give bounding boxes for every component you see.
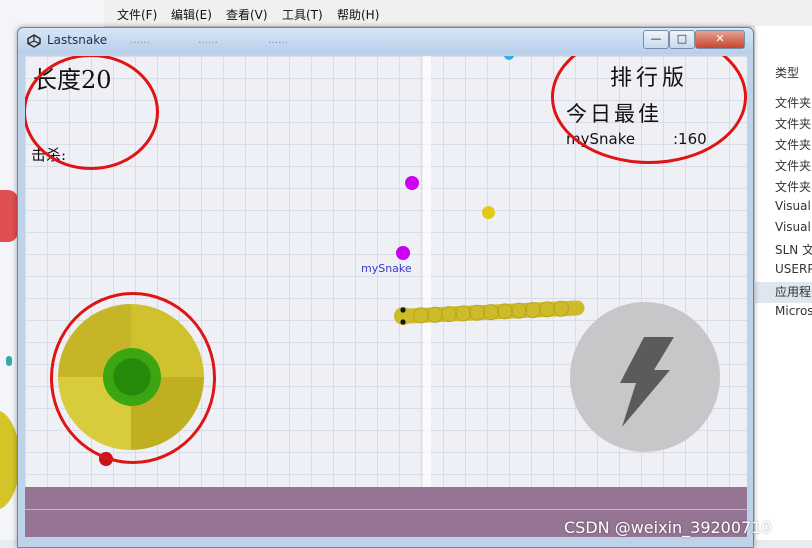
menu-help[interactable]: 帮助(H) xyxy=(337,6,379,23)
file-row-type[interactable]: Visual xyxy=(775,220,811,234)
toolbar-faint-item: …… xyxy=(130,35,150,46)
file-row-type[interactable]: 文件夹 xyxy=(775,178,811,195)
minimize-button[interactable]: — xyxy=(643,30,669,49)
annotation-circle-joystick xyxy=(50,292,216,464)
file-row-type-selected[interactable]: 应用程 xyxy=(755,282,812,303)
background-file-list: 类型 文件夹 文件夹 文件夹 文件夹 文件夹 Visual Visual SLN… xyxy=(754,26,812,548)
file-row-type[interactable]: SLN 文 xyxy=(775,241,812,258)
food-pellet xyxy=(504,56,514,60)
background-teal-dot xyxy=(6,356,12,366)
boost-button[interactable] xyxy=(570,302,720,452)
game-window: Lastsnake …… …… …… — □ ✕ 长度20 击杀: 排行版 今日… xyxy=(17,27,754,548)
menu-file[interactable]: 文件(F) xyxy=(117,6,157,23)
menu-edit[interactable]: 编辑(E) xyxy=(171,6,212,23)
close-button[interactable]: ✕ xyxy=(695,30,745,49)
unity-app-icon xyxy=(27,34,41,48)
game-canvas[interactable]: 长度20 击杀: 排行版 今日最佳 mySnake :160 mySnake xyxy=(25,56,747,537)
column-header-type[interactable]: 类型 xyxy=(775,64,799,81)
bottom-boundary-line xyxy=(25,509,747,510)
title-bar[interactable]: Lastsnake …… …… …… — □ ✕ xyxy=(18,28,753,54)
food-pellet xyxy=(396,246,410,260)
world-divider xyxy=(423,56,431,487)
background-menu-bar: 文件(F) 编辑(E) 查看(V) 工具(T) 帮助(H) xyxy=(104,0,812,27)
watermark: CSDN @weixin_39200710 xyxy=(564,518,772,537)
menu-view[interactable]: 查看(V) xyxy=(226,6,268,23)
background-red-shape xyxy=(0,190,18,242)
toolbar-faint-item: …… xyxy=(198,35,218,46)
menu-tools[interactable]: 工具(T) xyxy=(282,6,323,23)
file-row-type[interactable]: Visual xyxy=(775,199,811,213)
food-pellet xyxy=(405,176,419,190)
file-row-type[interactable]: 文件夹 xyxy=(775,157,811,174)
file-row-type[interactable]: 文件夹 xyxy=(775,136,811,153)
snake-eye xyxy=(400,319,406,325)
file-row-type[interactable]: 文件夹 xyxy=(775,94,811,111)
annotation-circle-length xyxy=(25,56,159,170)
toolbar-faint-item: …… xyxy=(268,35,288,46)
file-row-type[interactable]: 文件夹 xyxy=(775,115,811,132)
player-snake xyxy=(394,300,585,325)
lightning-icon xyxy=(620,337,674,427)
window-title: Lastsnake xyxy=(47,33,108,47)
food-pellet xyxy=(482,206,495,219)
maximize-button[interactable]: □ xyxy=(669,30,695,49)
snake-eye xyxy=(400,307,406,313)
file-row-type[interactable]: Micros xyxy=(775,304,812,318)
snake-name-label: mySnake xyxy=(361,262,412,275)
file-row-type[interactable]: USERP xyxy=(775,262,812,276)
